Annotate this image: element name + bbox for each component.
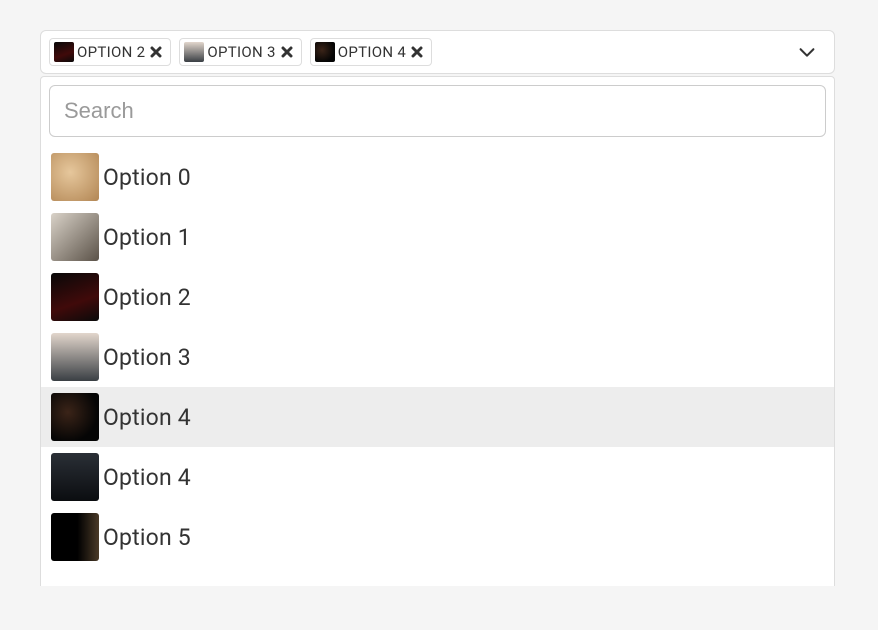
- option-thumbnail: [51, 513, 99, 561]
- option-label: Option 2: [103, 284, 191, 311]
- chip-label: OPTION 2: [77, 43, 145, 61]
- selected-chip[interactable]: OPTION 4: [310, 38, 432, 66]
- option-thumbnail: [51, 453, 99, 501]
- option-thumbnail: [51, 273, 99, 321]
- option-item[interactable]: Option 5: [49, 507, 826, 567]
- chevron-down-icon[interactable]: [788, 41, 826, 63]
- dropdown-panel: Option 0 Option 1 Option 2 Option 3 Opti: [40, 76, 835, 586]
- option-label: Option 4: [103, 464, 191, 491]
- chip-label: OPTION 3: [207, 43, 275, 61]
- selected-chip[interactable]: OPTION 2: [49, 38, 171, 66]
- option-list: Option 0 Option 1 Option 2 Option 3 Opti: [49, 147, 826, 567]
- selected-chip[interactable]: OPTION 3: [179, 38, 301, 66]
- close-icon[interactable]: [279, 44, 295, 60]
- chip-thumbnail: [184, 42, 204, 62]
- option-item[interactable]: Option 4: [49, 447, 826, 507]
- multiselect: OPTION 2 OPTION 3 OPTION 4: [40, 30, 835, 586]
- option-item[interactable]: Option 3: [49, 327, 826, 387]
- option-thumbnail: [51, 333, 99, 381]
- chip-label: OPTION 4: [338, 43, 406, 61]
- chip-thumbnail: [315, 42, 335, 62]
- selected-chips: OPTION 2 OPTION 3 OPTION 4: [49, 38, 432, 66]
- option-label: Option 5: [103, 524, 191, 551]
- search-row: [49, 85, 826, 147]
- chip-thumbnail: [54, 42, 74, 62]
- selected-bar[interactable]: OPTION 2 OPTION 3 OPTION 4: [40, 30, 835, 74]
- option-label: Option 1: [103, 224, 191, 251]
- option-label: Option 0: [103, 164, 191, 191]
- option-thumbnail: [51, 213, 99, 261]
- close-icon[interactable]: [148, 44, 164, 60]
- search-input[interactable]: [49, 85, 826, 137]
- close-icon[interactable]: [409, 44, 425, 60]
- option-item[interactable]: Option 0: [49, 147, 826, 207]
- option-item[interactable]: Option 4: [41, 387, 834, 447]
- dropdown-scroll[interactable]: Option 0 Option 1 Option 2 Option 3 Opti: [41, 85, 834, 586]
- option-label: Option 3: [103, 344, 191, 371]
- option-thumbnail: [51, 153, 99, 201]
- option-label: Option 4: [103, 404, 191, 431]
- option-item[interactable]: Option 1: [49, 207, 826, 267]
- option-item[interactable]: Option 2: [49, 267, 826, 327]
- option-thumbnail: [51, 393, 99, 441]
